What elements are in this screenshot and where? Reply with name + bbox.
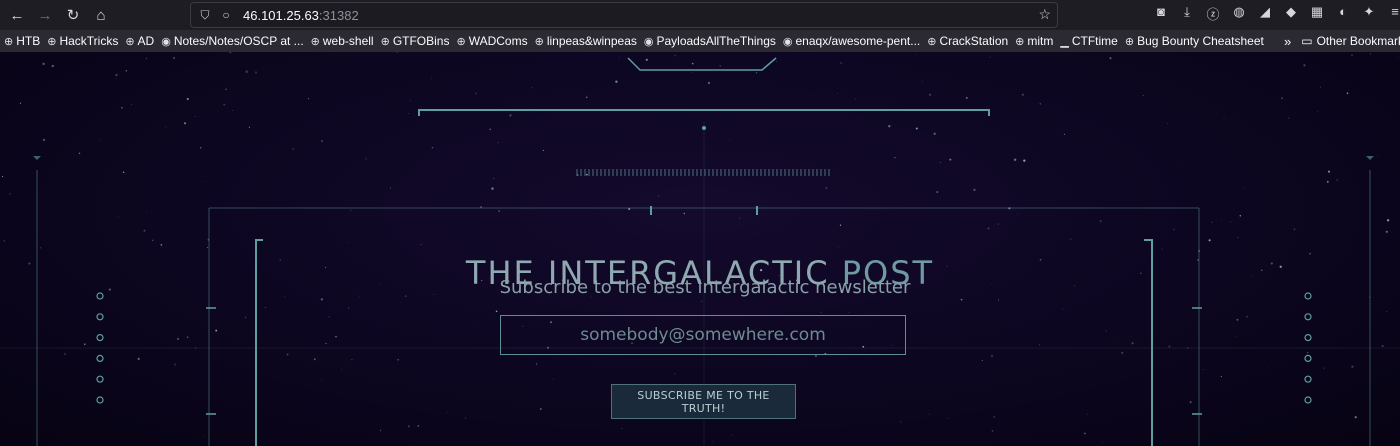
bookmark-label: linpeas&winpeas <box>546 34 637 48</box>
globe-icon: ⊕ <box>310 35 320 48</box>
shield-icon[interactable]: ⛉ <box>198 8 212 23</box>
globe-icon: ⊕ <box>380 35 390 48</box>
extension-fox-icon[interactable]: ◢ <box>1252 4 1278 23</box>
bookmark-item[interactable]: ⊕ GTFOBins <box>381 34 450 48</box>
bookmark-label: Bug Bounty Cheatsheet <box>1137 34 1264 48</box>
forward-icon[interactable]: → <box>34 4 56 26</box>
other-bookmarks[interactable]: Other Bookmarks <box>1317 34 1400 48</box>
toolbar-extensions: ◙ ⤓ ⓩ ◍ ◢ ◆ ▦ ◐ ✦ ≡ <box>1148 4 1400 23</box>
bookmark-label: web-shell <box>322 34 374 48</box>
menu-icon[interactable]: ≡ <box>1382 4 1400 23</box>
globe-icon: ⊕ <box>927 35 937 48</box>
bookmark-label: PayloadsAllTheThings <box>656 34 776 48</box>
bookmark-item[interactable]: ◉ enaqx/awesome-pent... <box>783 34 920 48</box>
extension-proxy-icon[interactable]: ◆ <box>1278 4 1304 23</box>
bookmark-item[interactable]: ▁ CTFtime <box>1060 34 1117 48</box>
back-icon[interactable]: ← <box>6 4 28 26</box>
bookmark-label: enaqx/awesome-pent... <box>795 34 921 48</box>
bookmark-item[interactable]: ◉ PayloadsAllTheThings <box>644 34 776 48</box>
hud-ruler <box>576 169 830 176</box>
github-icon: ◉ <box>161 35 171 48</box>
home-icon[interactable]: ⌂ <box>90 4 112 26</box>
bookmark-label: HTB <box>16 34 41 48</box>
subscribe-button[interactable]: SUBSCRIBE ME TO THE TRUTH! <box>611 384 796 419</box>
bookmark-item[interactable]: ⊕ WADComs <box>456 34 527 48</box>
url-text[interactable]: 46.101.25.63:31382 <box>243 8 359 23</box>
url-bar[interactable]: ⛉ ○ 46.101.25.63:31382 ☆ <box>190 2 1058 28</box>
globe-icon: ⊕ <box>456 35 466 48</box>
globe-icon: ⊕ <box>47 35 57 48</box>
page-subtitle: Subscribe to the best intergalactic news… <box>499 277 911 298</box>
folder-icon: ▭ <box>1301 34 1313 48</box>
bookmark-item[interactable]: ⊕ linpeas&winpeas <box>535 34 637 48</box>
pocket-icon[interactable]: ◙ <box>1148 4 1174 23</box>
bookmark-item[interactable]: ⊕ CrackStation <box>927 34 1008 48</box>
bookmark-label: WADComs <box>468 34 528 48</box>
bookmark-label: HackTricks <box>59 34 119 48</box>
extension-cookie-icon[interactable]: ◐ <box>1330 4 1356 23</box>
reload-icon[interactable]: ↻ <box>62 4 84 26</box>
bookmark-label: Notes/Notes/OSCP at ... <box>173 34 304 48</box>
bookmarks-bar: ⊕ HTB ⊕ HackTricks ⊕ AD ◉ Notes/Notes/OSCP at .… <box>0 30 1400 52</box>
globe-icon: ⊕ <box>4 35 14 48</box>
bookmark-label: CrackStation <box>939 34 1009 48</box>
extension-globe-icon[interactable]: ◍ <box>1226 4 1252 23</box>
bookmark-label: mitm <box>1027 34 1054 48</box>
downloads-icon[interactable]: ⤓ <box>1174 4 1200 23</box>
extension-translate-icon[interactable]: ▦ <box>1304 4 1330 23</box>
browser-toolbar: ← → ↻ ⌂ ⛉ ○ 46.101.25.63:31382 ☆ ◙ ⤓ ⓩ ◍… <box>0 0 1400 30</box>
globe-icon: ⊕ <box>534 35 544 48</box>
globe-icon: ⊕ <box>1015 35 1025 48</box>
bookmarks-overflow-chevron[interactable]: » <box>1284 34 1291 49</box>
url-port: :31382 <box>318 7 359 23</box>
bookmark-label: CTFtime <box>1071 34 1118 48</box>
bookmark-item[interactable]: ⊕ HTB <box>4 34 40 48</box>
globe-icon: ⊕ <box>1124 35 1135 48</box>
ctftime-icon: ▁ <box>1060 35 1069 48</box>
bookmark-label: AD <box>137 34 155 48</box>
globe-icon: ⊕ <box>125 35 135 48</box>
bookmark-item[interactable]: ⊕ web-shell <box>311 34 374 48</box>
github-icon: ◉ <box>643 35 654 48</box>
extensions-puzzle-icon[interactable]: ✦ <box>1356 4 1382 23</box>
bookmarks-overflow: » ▭ Other Bookmarks <box>1284 30 1400 52</box>
bookmark-star-icon[interactable]: ☆ <box>1038 6 1051 23</box>
extension-z-icon[interactable]: ⓩ <box>1200 4 1226 23</box>
bookmark-item[interactable]: ⊕ AD <box>125 34 154 48</box>
email-input[interactable] <box>500 315 906 355</box>
bookmark-item[interactable]: ⊕ mitm <box>1015 34 1053 48</box>
bookmark-item[interactable]: ⊕ Bug Bounty Cheatsheet <box>1125 34 1264 48</box>
bookmark-label: GTFOBins <box>392 34 450 48</box>
url-host: 46.101.25.63 <box>243 7 319 23</box>
bookmark-item[interactable]: ⊕ HackTricks <box>47 34 118 48</box>
page-content: THE INTERGALACTIC POST Subscribe to the … <box>0 52 1400 446</box>
bookmark-item[interactable]: ◉ Notes/Notes/OSCP at ... <box>161 34 303 48</box>
page-info-icon[interactable]: ○ <box>219 8 233 22</box>
github-icon: ◉ <box>782 35 793 48</box>
